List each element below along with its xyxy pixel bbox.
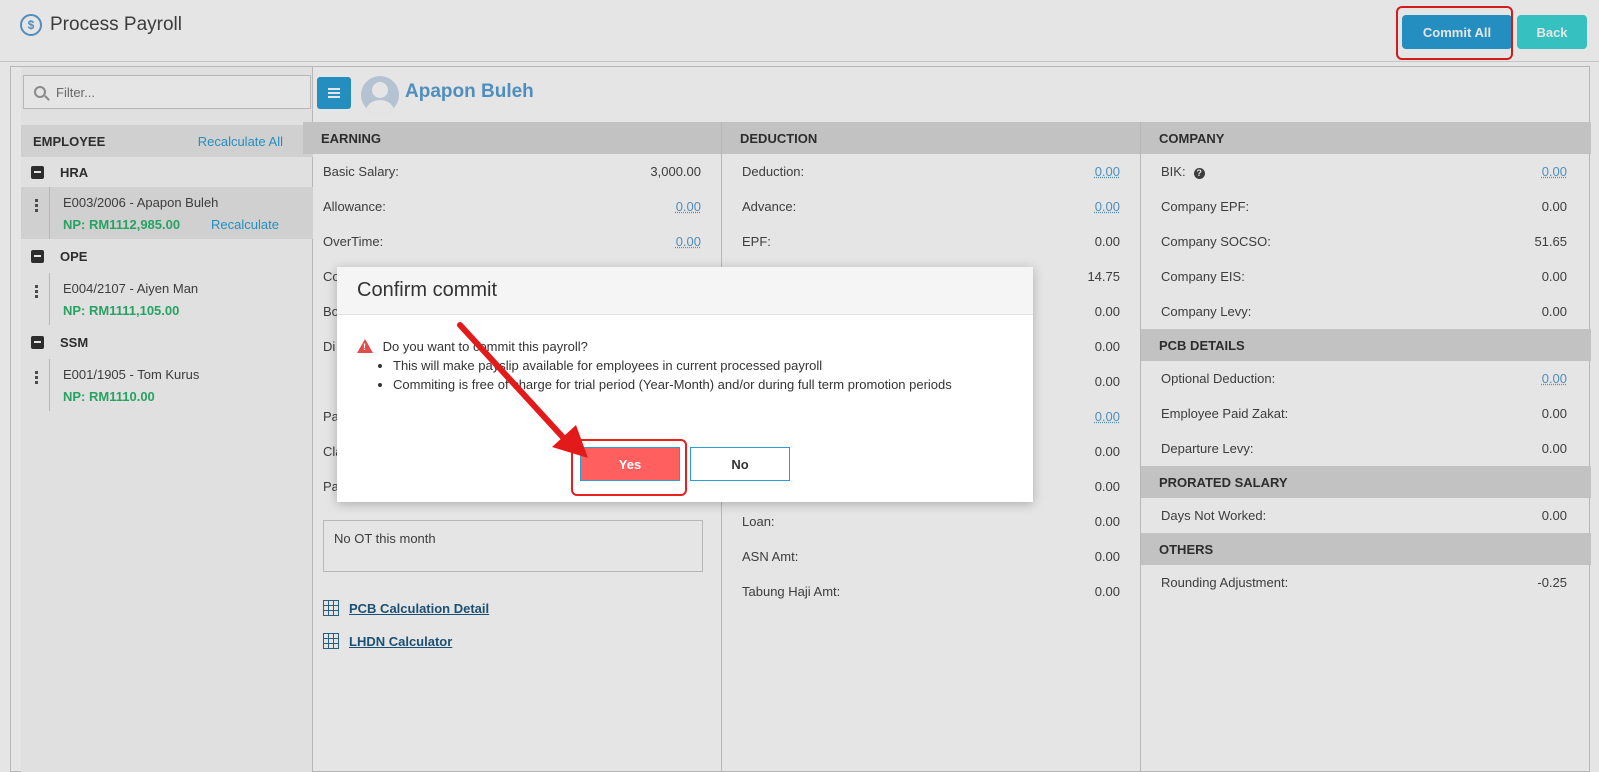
warning-icon: ! — [357, 339, 373, 353]
arrow-annotation — [457, 322, 588, 458]
no-button[interactable]: No — [690, 447, 790, 481]
dialog-title: Confirm commit — [357, 279, 498, 301]
